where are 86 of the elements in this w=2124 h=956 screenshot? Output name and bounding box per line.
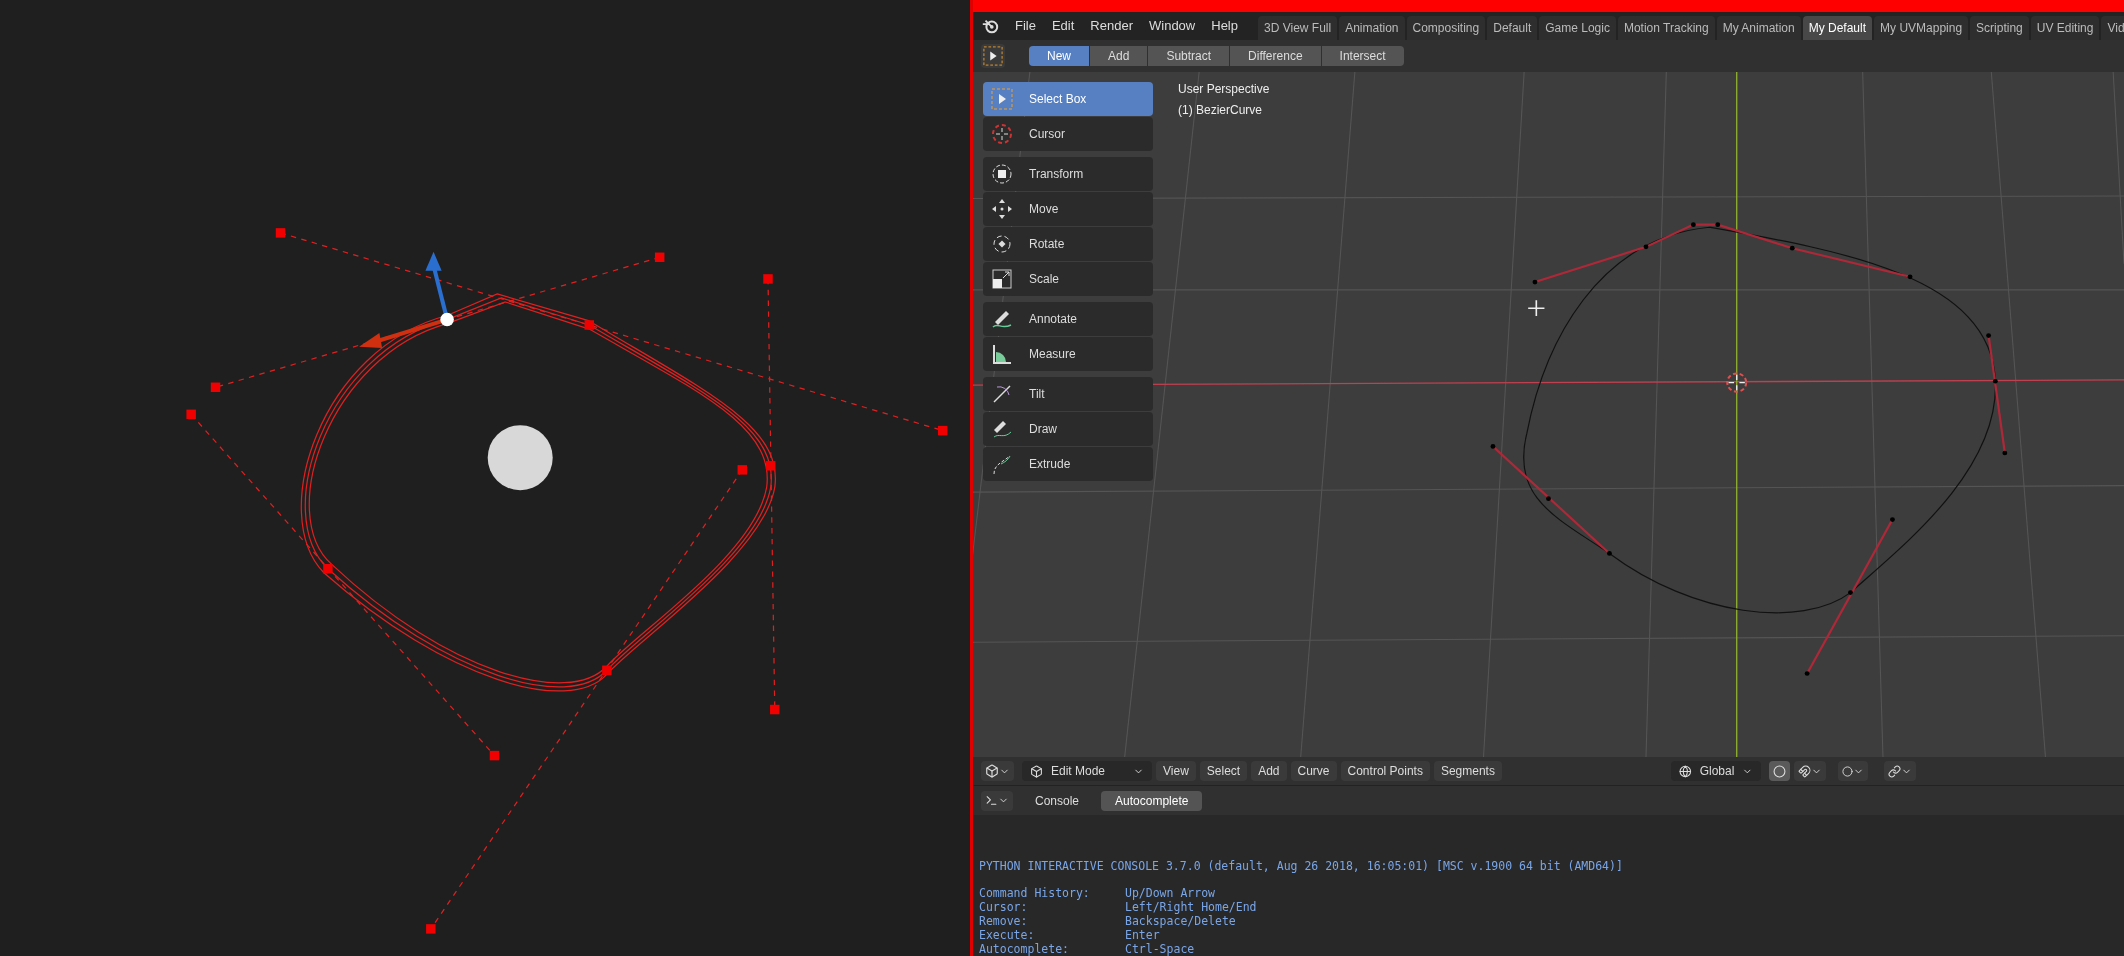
console-help-key: Autocomplete:	[979, 942, 1125, 956]
mode-dropdown[interactable]: Edit Mode	[1022, 761, 1152, 781]
selection-mode-button[interactable]: Difference	[1230, 46, 1321, 66]
crosshair-icon	[991, 123, 1013, 145]
select-box-tool-button[interactable]	[981, 44, 1005, 68]
sphere-drawing	[487, 425, 553, 491]
curve-extrude-icon	[991, 453, 1013, 475]
link-button[interactable]	[1884, 761, 1916, 781]
object-name-label: (1) BezierCurve	[1178, 102, 1264, 119]
cube-icon	[1030, 764, 1043, 778]
tool-button[interactable]: Cursor	[983, 117, 1153, 151]
workspace-tab[interactable]: Default	[1487, 16, 1538, 40]
workspace-tab[interactable]: Scripting	[1970, 16, 2029, 40]
pencil-icon	[991, 308, 1013, 330]
workspace-tab[interactable]: My Default	[1802, 16, 1873, 40]
editor-type-button[interactable]	[981, 790, 1013, 811]
console-help-value: Enter	[1125, 928, 1160, 942]
workspace-tab[interactable]: Game Logic	[1539, 16, 1616, 40]
menu-item[interactable]: Edit	[1043, 16, 1083, 36]
selection-mode-button[interactable]: New	[1029, 46, 1089, 66]
header-menu[interactable]: Segments	[1433, 761, 1502, 781]
crosshair-pointer-icon	[1527, 299, 1546, 317]
header-menu[interactable]: View	[1156, 761, 1196, 781]
select-box-icon	[991, 88, 1013, 110]
rotate-icon	[991, 233, 1013, 255]
console-help-value: Left/Right Home/End	[1125, 900, 1257, 914]
proportional-button[interactable]	[1838, 761, 1868, 781]
workspace-tab[interactable]: Vid	[2101, 16, 2124, 40]
workspace-tab[interactable]: My UVMapping	[1874, 16, 1969, 40]
tool-button[interactable]: Tilt	[983, 377, 1153, 411]
transform-icon	[991, 163, 1013, 185]
workspace-tab[interactable]: My Animation	[1716, 16, 1801, 40]
magnet-icon	[1798, 764, 1811, 778]
menu-item[interactable]: Render	[1082, 16, 1141, 36]
tool-button[interactable]: Extrude	[983, 447, 1153, 481]
menu-item[interactable]: Window	[1141, 16, 1204, 36]
console-help-key: Execute:	[979, 928, 1125, 942]
tool-button[interactable]: Annotate	[983, 302, 1153, 336]
cube-icon	[985, 764, 999, 778]
tool-button[interactable]: Measure	[983, 337, 1153, 371]
workspace-tab[interactable]: 3D View Full	[1258, 16, 1338, 40]
circle-icon	[1773, 764, 1786, 778]
circle-icon	[1842, 765, 1853, 777]
tool-button[interactable]: Rotate	[983, 227, 1153, 261]
app-logo-icon	[981, 17, 999, 35]
selection-mode-button[interactable]: Intersect	[1321, 46, 1404, 66]
tool-button[interactable]: Select Box	[983, 82, 1153, 116]
move-arrows-icon	[991, 198, 1013, 220]
selection-mode-button[interactable]: Subtract	[1148, 46, 1230, 66]
pivot-button[interactable]	[1769, 761, 1790, 781]
globe-icon	[1679, 764, 1692, 778]
terminal-icon	[985, 794, 998, 807]
menu-item[interactable]: File	[1007, 16, 1044, 36]
workspace-tab[interactable]: Compositing	[1406, 16, 1486, 40]
console-tab[interactable]: Autocomplete	[1101, 790, 1203, 811]
workspace-tab[interactable]: Motion Tracking	[1617, 16, 1715, 40]
console-help-value: Up/Down Arrow	[1125, 886, 1215, 900]
link-icon	[1888, 764, 1901, 778]
editor-type-button[interactable]	[981, 761, 1014, 781]
orientation-dropdown[interactable]: Global	[1671, 761, 1761, 781]
pencil-curve-icon	[991, 418, 1013, 440]
view-name-label: User Perspective	[1178, 81, 1270, 98]
console-tab[interactable]: Console	[1021, 790, 1094, 811]
console-help-key: Remove:	[979, 914, 1125, 928]
workspace-tab[interactable]: UV Editing	[2030, 16, 2100, 40]
workspace-tab[interactable]: Animation	[1339, 16, 1405, 40]
tool-button[interactable]: Draw	[983, 412, 1153, 446]
tool-button[interactable]: Scale	[983, 262, 1153, 296]
header-menu[interactable]: Control Points	[1340, 761, 1430, 781]
header-menu[interactable]: Select	[1199, 761, 1248, 781]
3d-cursor-icon	[1726, 372, 1748, 393]
header-menu[interactable]: Curve	[1290, 761, 1337, 781]
tilt-icon	[991, 383, 1013, 405]
header-menu[interactable]: Add	[1251, 761, 1287, 781]
ruler-protractor-icon	[991, 343, 1013, 365]
menu-item[interactable]: Help	[1203, 16, 1246, 36]
console-help-key: Command History:	[979, 886, 1125, 900]
tool-button[interactable]: Move	[983, 192, 1153, 226]
selection-mode-button[interactable]: Add	[1090, 46, 1148, 66]
console-help-key: Cursor:	[979, 900, 1125, 914]
console-help-value: Ctrl-Space	[1125, 942, 1195, 956]
tool-button[interactable]: Transform	[983, 157, 1153, 191]
console-banner-text: PYTHON INTERACTIVE CONSOLE 3.7.0 (default, Aug 26 2018, 16:05:01) [MSC v.1900 64 bit (AMD64)]	[979, 859, 1624, 873]
scale-icon	[991, 268, 1013, 290]
console-help-value: Backspace/Delete	[1125, 914, 1236, 928]
snap-button[interactable]	[1794, 761, 1826, 781]
